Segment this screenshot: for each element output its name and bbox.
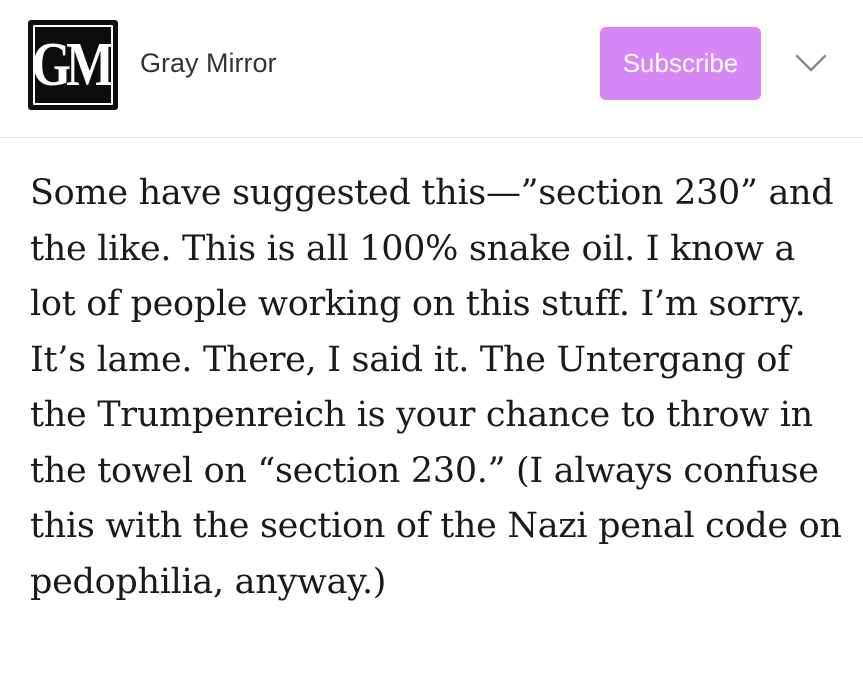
- header: GM Gray Mirror Subscribe: [0, 0, 863, 138]
- article-paragraph: Some have suggested this—”section 230” a…: [30, 173, 842, 602]
- publication-name[interactable]: Gray Mirror: [140, 46, 277, 80]
- article-body: Some have suggested this—”section 230” a…: [30, 166, 850, 610]
- page: GM Gray Mirror Subscribe Some have sugge…: [0, 0, 863, 694]
- subscribe-button[interactable]: Subscribe: [600, 27, 761, 100]
- logo-text: GM: [31, 31, 114, 99]
- chevron-down-icon[interactable]: [793, 50, 829, 76]
- publication-logo[interactable]: GM: [28, 20, 118, 110]
